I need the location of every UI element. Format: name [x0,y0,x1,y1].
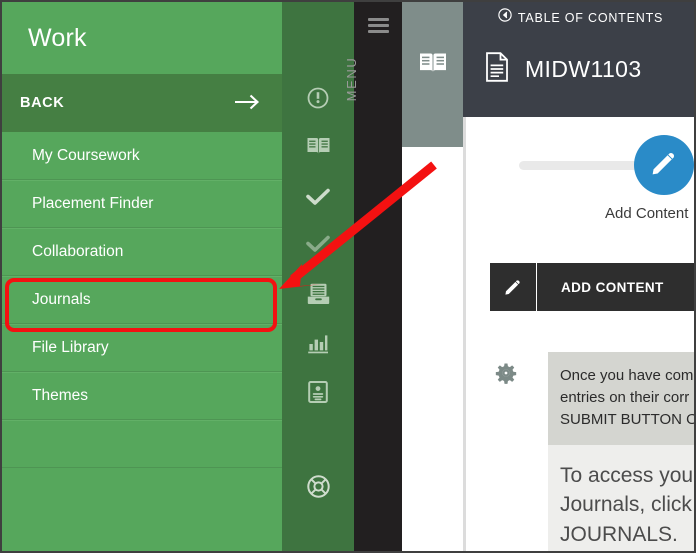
add-content-circle-button[interactable] [634,135,694,195]
gear-icon[interactable] [495,362,517,389]
menu-column[interactable]: MENU [344,2,402,551]
open-book-icon[interactable] [402,50,463,81]
arrow-right-icon [234,93,260,114]
nav-item-label: Placement Finder [32,195,154,212]
bar-chart-icon[interactable] [282,332,354,354]
sidebar-item-themes[interactable]: Themes [2,372,282,420]
note-body-text: To access your Journals, click JOURNALS. [548,444,694,551]
sidebar-item-collaboration[interactable]: Collaboration [2,228,282,276]
document-header: TABLE OF CONTENTS MIDW1103 [463,2,694,117]
check-faded-icon[interactable] [282,234,354,254]
back-button-label: BACK [20,95,65,111]
nav-item-label: Themes [32,387,88,404]
app-root: Work BACK My Coursework Placement Finder… [0,0,696,553]
content-area: Add Content ADD CONTENT Once you have co… [466,117,694,551]
left-navigation-panel: Work BACK My Coursework Placement Finder… [2,2,282,551]
document-title-row: MIDW1103 [485,52,642,87]
check-icon[interactable] [282,187,354,207]
table-of-contents-label: TABLE OF CONTENTS [517,10,664,25]
id-card-icon[interactable] [282,380,354,404]
white-gutter [402,147,463,551]
archive-drawer-icon[interactable] [282,282,354,306]
sidebar-item-journals[interactable]: Journals [2,276,282,324]
add-content-button-label: ADD CONTENT [561,279,664,295]
add-content-hero: Add Content [466,117,694,239]
page-title: Work [28,23,87,52]
menu-label: MENU [344,56,359,102]
table-of-contents-button[interactable]: TABLE OF CONTENTS [463,8,694,27]
sidebar-item-my-coursework[interactable]: My Coursework [2,132,282,180]
nav-item-label: My Coursework [32,146,140,164]
note-block: Once you have com entries on their corr … [490,352,694,551]
nav-empty-row [2,420,282,468]
nav-item-label: Collaboration [32,243,124,260]
nav-item-label: Journals [32,291,91,308]
back-button[interactable]: BACK [2,74,282,132]
sidebar-item-file-library[interactable]: File Library [2,324,282,372]
hamburger-icon[interactable] [368,18,389,34]
note-instruction-text: Once you have com entries on their corr … [548,352,694,445]
document-page-icon [485,52,509,87]
sidebar-item-placement-finder[interactable]: Placement Finder [2,180,282,228]
add-content-caption: Add Content [605,205,689,222]
nav-title-block: Work [2,2,282,74]
add-content-button[interactable]: ADD CONTENT [490,263,694,311]
life-ring-help-icon[interactable] [282,474,354,499]
back-circle-arrow-icon [498,8,512,27]
open-book-icon[interactable] [282,135,354,157]
gray-book-column[interactable] [402,2,463,147]
pencil-icon [490,263,537,311]
nav-list: My Coursework Placement Finder Collabora… [2,132,282,468]
nav-item-label: File Library [32,339,109,356]
pencil-icon [649,148,679,183]
document-title: MIDW1103 [525,56,642,82]
